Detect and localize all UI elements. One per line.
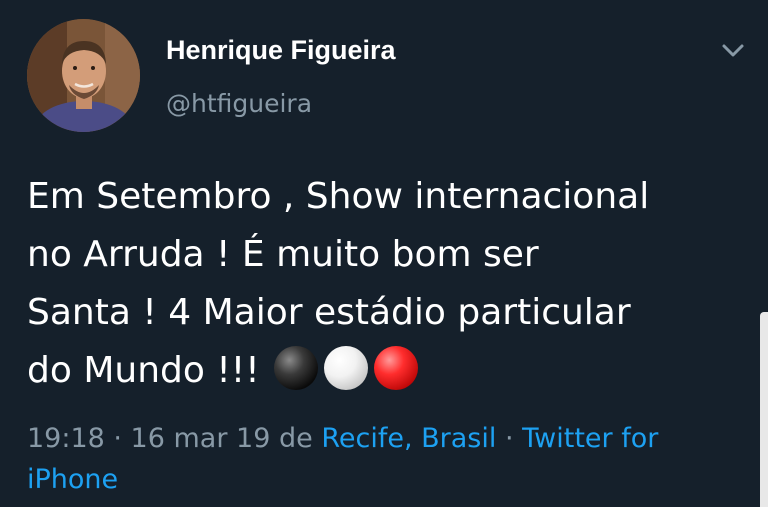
author-handle[interactable]: @htfigueira <box>166 88 312 120</box>
meta-separator: · <box>504 423 514 454</box>
black-circle-icon <box>273 346 318 390</box>
tweet-text-line-last: do Mundo !!! <box>27 342 757 400</box>
scrollbar[interactable] <box>760 312 768 507</box>
tweet-timestamp[interactable]: 19:18 · 16 mar 19 <box>27 423 270 454</box>
chevron-down-icon[interactable] <box>718 38 748 62</box>
white-circle-icon <box>323 346 368 390</box>
tweet-text-line: Em Setembro , Show internacional <box>27 176 650 217</box>
red-circle-icon <box>373 346 418 390</box>
profile-photo-icon <box>27 19 140 132</box>
tweet-text-end: do Mundo !!! <box>27 350 260 391</box>
tweet-text: Em Setembro , Show internacional no Arru… <box>27 168 757 400</box>
tweet-text-line: Santa ! 4 Maior estádio particular <box>27 292 631 333</box>
avatar[interactable] <box>27 19 140 132</box>
location-prefix: de <box>278 423 313 454</box>
author-display-name[interactable]: Henrique Figueira <box>166 34 396 66</box>
tweet-card: Henrique Figueira @htfigueira Em Setembr… <box>0 0 768 507</box>
tweet-text-line: no Arruda ! É muito bom ser <box>27 234 539 275</box>
location-link[interactable]: Recife, Brasil <box>321 423 496 454</box>
tweet-metadata: 19:18 · 16 mar 19 de Recife, Brasil · Tw… <box>27 418 747 500</box>
